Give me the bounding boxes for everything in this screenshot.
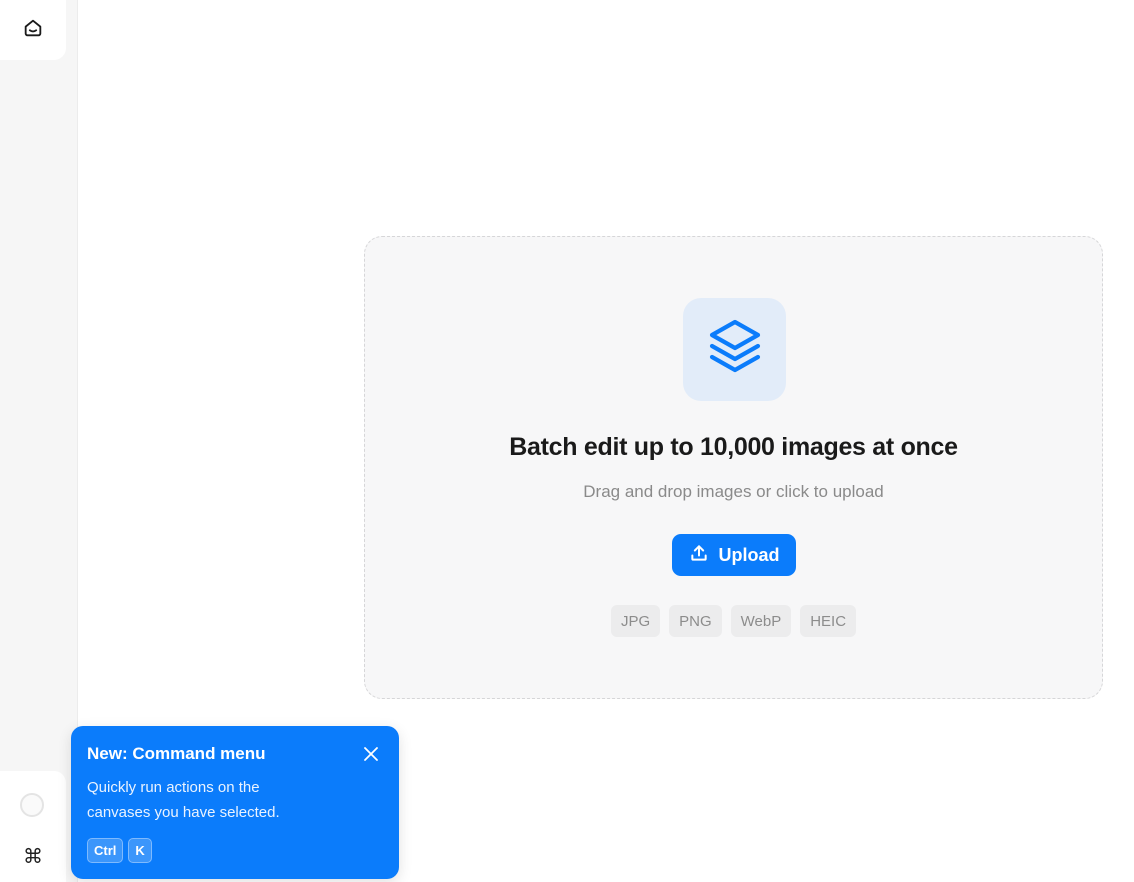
format-badge-jpg: JPG: [610, 605, 661, 637]
upload-dropzone[interactable]: Batch edit up to 10,000 images at once D…: [364, 236, 1103, 699]
command-icon: ⌘: [23, 844, 43, 868]
format-badge-webp: WebP: [730, 605, 792, 637]
shortcut-keys: Ctrl K: [87, 838, 152, 863]
home-icon: [22, 17, 44, 44]
sidebar: ⌘: [0, 0, 78, 882]
upload-button[interactable]: Upload: [672, 534, 796, 576]
key-k: K: [128, 838, 152, 863]
command-menu-button[interactable]: ⌘: [20, 843, 46, 869]
dropzone-subtitle: Drag and drop images or click to upload: [583, 482, 884, 501]
status-ring-icon[interactable]: [20, 793, 44, 817]
command-menu-toast: New: Command menu Quickly run actions on…: [71, 726, 399, 879]
sidebar-bottom-panel: ⌘: [0, 771, 66, 882]
key-ctrl: Ctrl: [87, 838, 124, 863]
upload-button-label: Upload: [718, 544, 780, 565]
toast-body: Quickly run actions on the canvases you …: [87, 779, 280, 821]
toast-title: New: Command menu: [87, 744, 266, 763]
layers-icon-tile: [683, 298, 786, 401]
dropzone-title: Batch edit up to 10,000 images at once: [509, 433, 958, 461]
upload-icon: [689, 543, 709, 568]
close-icon[interactable]: [361, 744, 381, 764]
format-badge-heic: HEIC: [800, 605, 857, 637]
home-button[interactable]: [0, 0, 66, 60]
format-list: JPG PNG WebP HEIC: [365, 605, 1102, 637]
layers-icon: [708, 318, 762, 381]
format-badge-png: PNG: [669, 605, 722, 637]
